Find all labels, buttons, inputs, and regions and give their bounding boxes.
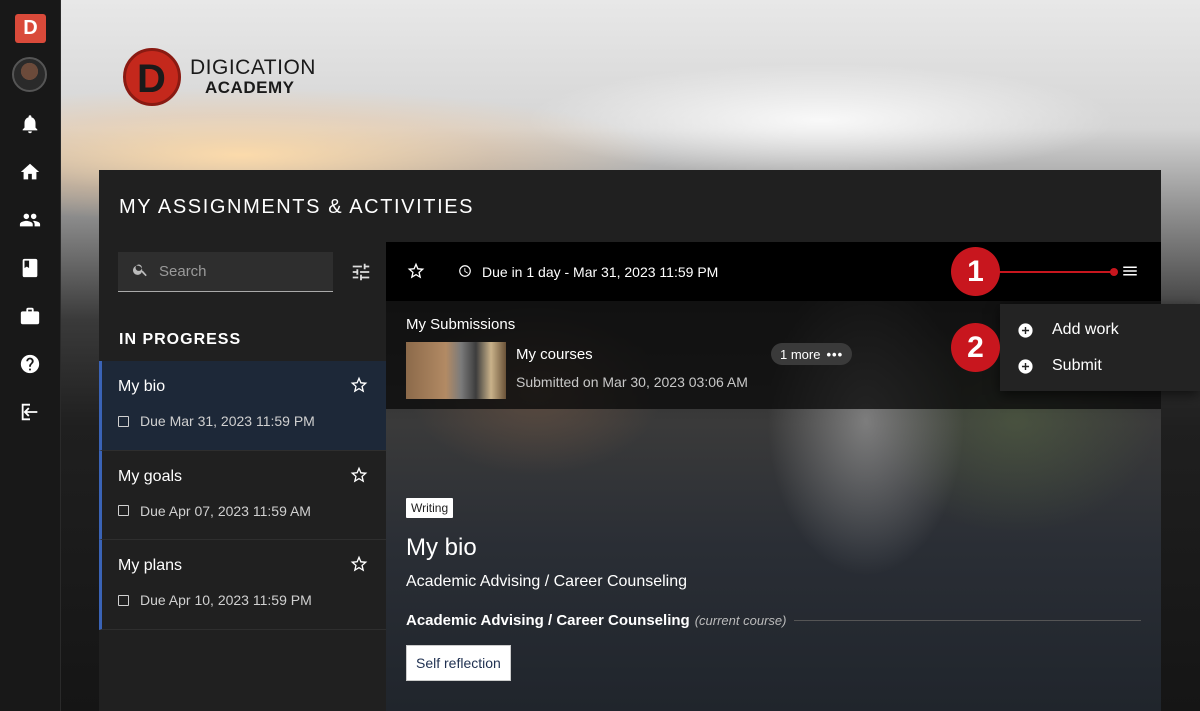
submission-thumbnail[interactable] [406, 342, 506, 399]
menu-item-add-work[interactable]: Add work [1000, 312, 1200, 348]
add-circle-icon [1017, 322, 1034, 339]
list-item[interactable]: My bio Due Mar 31, 2023 11:59 PM [99, 361, 386, 451]
section-label-in-progress: IN PROGRESS [119, 331, 242, 348]
self-reflection-chip[interactable]: Self reflection [406, 645, 511, 681]
checkbox-icon[interactable] [118, 594, 129, 606]
action-menu: Add work Submit [1000, 304, 1200, 391]
add-circle-icon [1017, 358, 1034, 375]
star-icon[interactable] [349, 554, 371, 576]
more-submissions-button[interactable]: 1 more ••• [771, 343, 853, 365]
menu-item-submit[interactable]: Submit [1000, 348, 1200, 384]
book-icon[interactable] [18, 256, 42, 280]
callout-connector [999, 271, 1112, 273]
search-input[interactable] [159, 263, 319, 280]
submission-title[interactable]: My courses [516, 346, 593, 363]
callout-1: 1 [951, 247, 1000, 296]
filter-icon[interactable] [350, 261, 372, 283]
left-nav-rail: D [0, 0, 61, 711]
brand-line1: DIGICATION [190, 56, 316, 79]
menu-item-label: Add work [1052, 321, 1119, 338]
item-title: My bio [118, 378, 166, 395]
briefcase-icon[interactable] [18, 304, 42, 328]
search-box[interactable] [118, 252, 333, 292]
item-due: Due Apr 10, 2023 11:59 PM [118, 592, 312, 608]
more-dots-icon: ••• [826, 346, 844, 362]
page-title: MY ASSIGNMENTS & ACTIVITIES [119, 196, 475, 218]
star-icon[interactable] [349, 465, 371, 487]
assignments-panel: MY ASSIGNMENTS & ACTIVITIES IN PROGRESS … [99, 170, 1161, 711]
brand-line2: ACADEMY [205, 78, 295, 97]
assignment-list: My bio Due Mar 31, 2023 11:59 PM My goal… [99, 361, 386, 630]
list-item[interactable]: My plans Due Apr 10, 2023 11:59 PM [99, 540, 386, 630]
brand-mark: D [123, 48, 181, 106]
category-tag: Writing [406, 498, 454, 518]
help-icon[interactable] [18, 352, 42, 376]
due-text: Due in 1 day - Mar 31, 2023 11:59 PM [482, 264, 719, 280]
home-icon[interactable] [18, 160, 42, 184]
divider [794, 620, 1141, 621]
checkbox-icon[interactable] [118, 415, 129, 427]
assignment-title: My bio [406, 534, 477, 561]
menu-item-label: Submit [1052, 357, 1102, 374]
course-subtitle: Academic Advising / Career Counseling [406, 573, 688, 590]
list-item[interactable]: My goals Due Apr 07, 2023 11:59 AM [99, 450, 386, 540]
star-icon[interactable] [406, 261, 426, 281]
submissions-label: My Submissions [406, 316, 516, 333]
course-heading: Academic Advising / Career Counseling (c… [406, 612, 1141, 629]
star-icon[interactable] [349, 375, 371, 397]
menu-icon[interactable] [1121, 262, 1139, 280]
people-icon[interactable] [18, 208, 42, 232]
course-name: Academic Advising / Career Counseling [406, 612, 690, 629]
item-due: Due Mar 31, 2023 11:59 PM [118, 413, 315, 429]
item-title: My goals [118, 467, 183, 485]
logout-icon[interactable] [18, 400, 42, 424]
current-course-note: (current course) [694, 613, 787, 628]
item-due: Due Apr 07, 2023 11:59 AM [118, 503, 311, 519]
app-logo[interactable]: D [15, 14, 46, 43]
item-title: My plans [118, 557, 183, 574]
checkbox-icon[interactable] [118, 505, 129, 516]
submission-date: Submitted on Mar 30, 2023 03:06 AM [516, 374, 748, 390]
clock-icon [458, 264, 472, 278]
callout-2: 2 [951, 323, 1000, 372]
search-icon [132, 261, 149, 283]
callout-dot [1110, 268, 1118, 276]
avatar[interactable] [12, 57, 47, 92]
bell-icon[interactable] [18, 112, 42, 136]
